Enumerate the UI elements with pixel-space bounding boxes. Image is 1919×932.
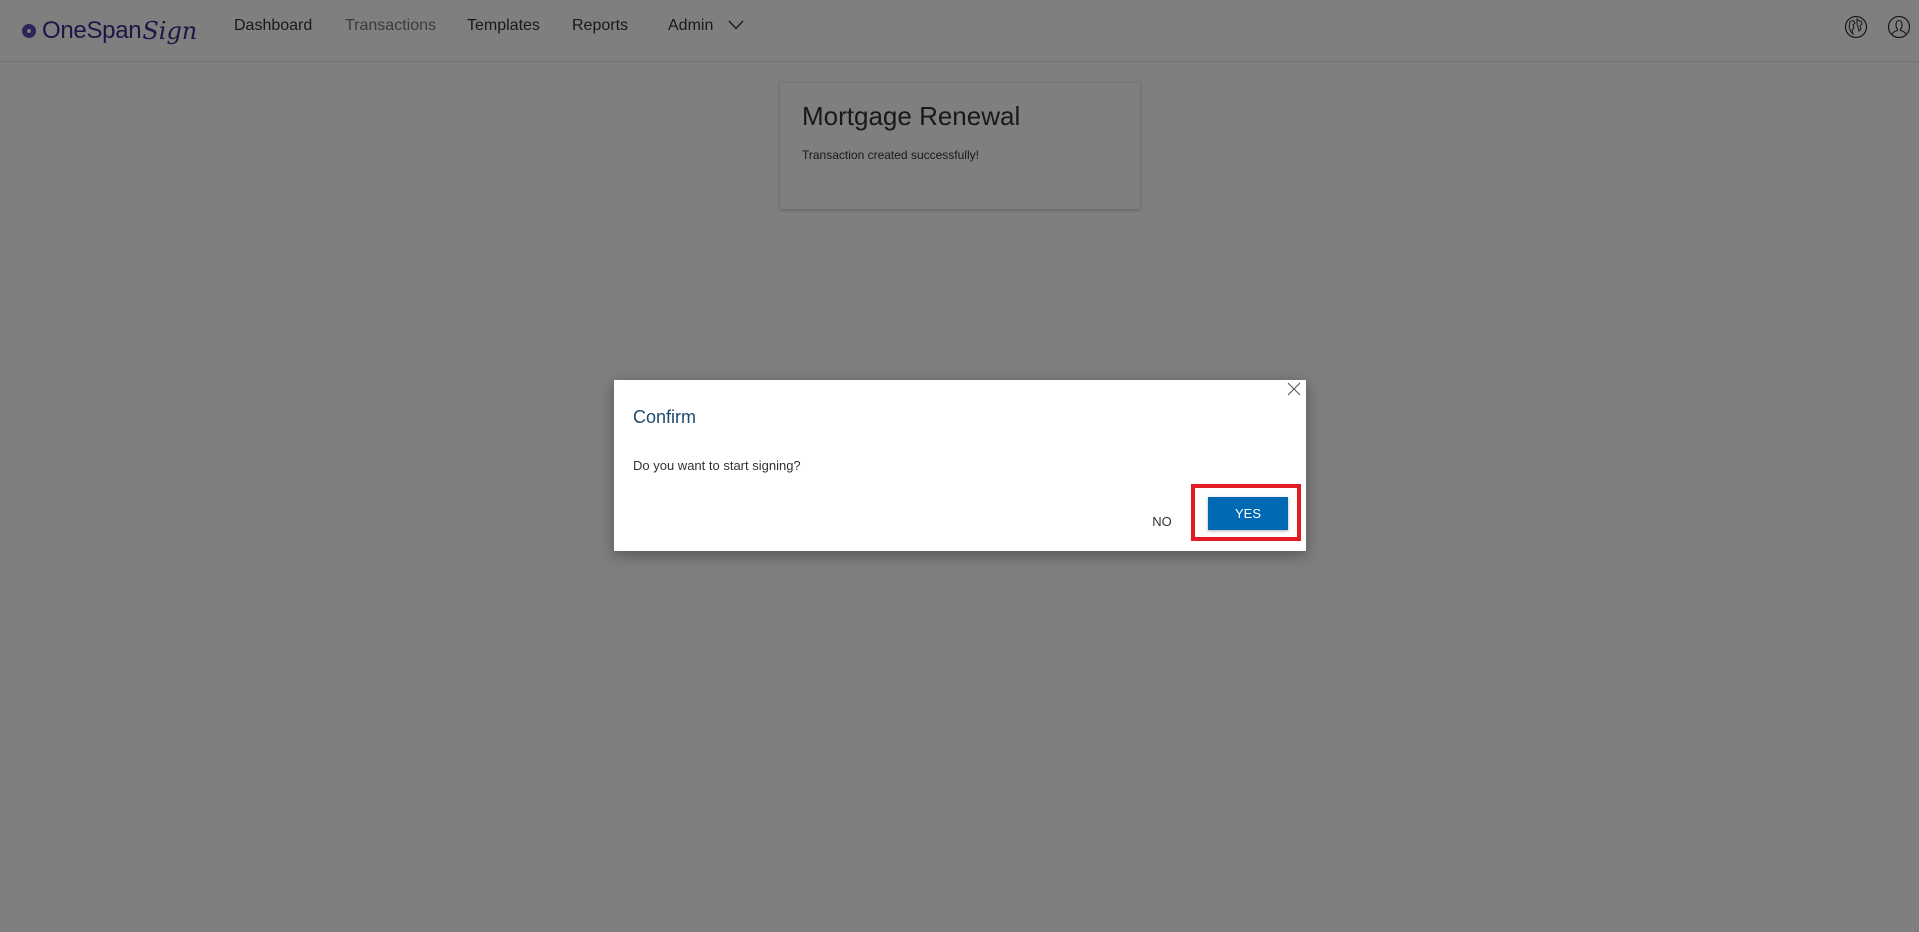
no-button[interactable]: NO (1134, 504, 1190, 538)
yes-button[interactable]: YES (1208, 497, 1288, 530)
dialog-message: Do you want to start signing? (633, 458, 801, 473)
dialog-title: Confirm (633, 407, 697, 427)
confirm-dialog: Confirm Do you want to start signing? NO… (614, 380, 1306, 551)
close-icon[interactable] (1286, 381, 1302, 397)
